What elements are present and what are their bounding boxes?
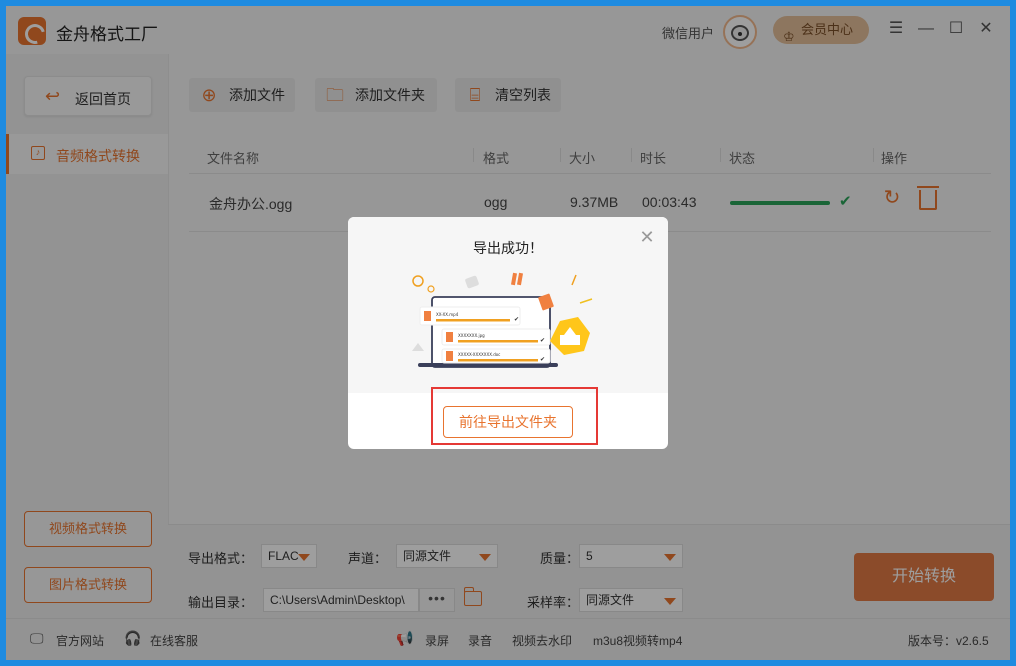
svg-text:✔: ✔: [540, 338, 545, 344]
illus-file-label: XX-XX.mp4: [436, 312, 459, 317]
svg-text:✔: ✔: [514, 317, 519, 323]
app-window: 金舟格式工厂 微信用户 ♔ 会员中心 ☰ — ☐ ✕ ↩ 返回首页 ♪ 音频格式…: [6, 6, 1010, 660]
svg-text:✔: ✔: [540, 357, 545, 363]
go-to-export-folder-button[interactable]: 前往导出文件夹: [443, 406, 573, 438]
close-icon[interactable]: ✕: [638, 228, 656, 246]
illus-file-label: XXXXXXX.jpg: [458, 333, 485, 338]
illus-file-label: XXXXX-XXXXXXX.doc: [458, 352, 500, 357]
export-success-illustration: XX-XX.mp4 ✔ XXXXXXX.jpg ✔ XXXXX-XXXXXXX.…: [412, 272, 593, 368]
dialog-title: 导出成功！: [473, 240, 543, 256]
export-success-dialog: 导出成功！ ✕ XX-XX.mp4 ✔ XXXXXXX.jpg ✔ XXXXX-…: [348, 217, 668, 449]
